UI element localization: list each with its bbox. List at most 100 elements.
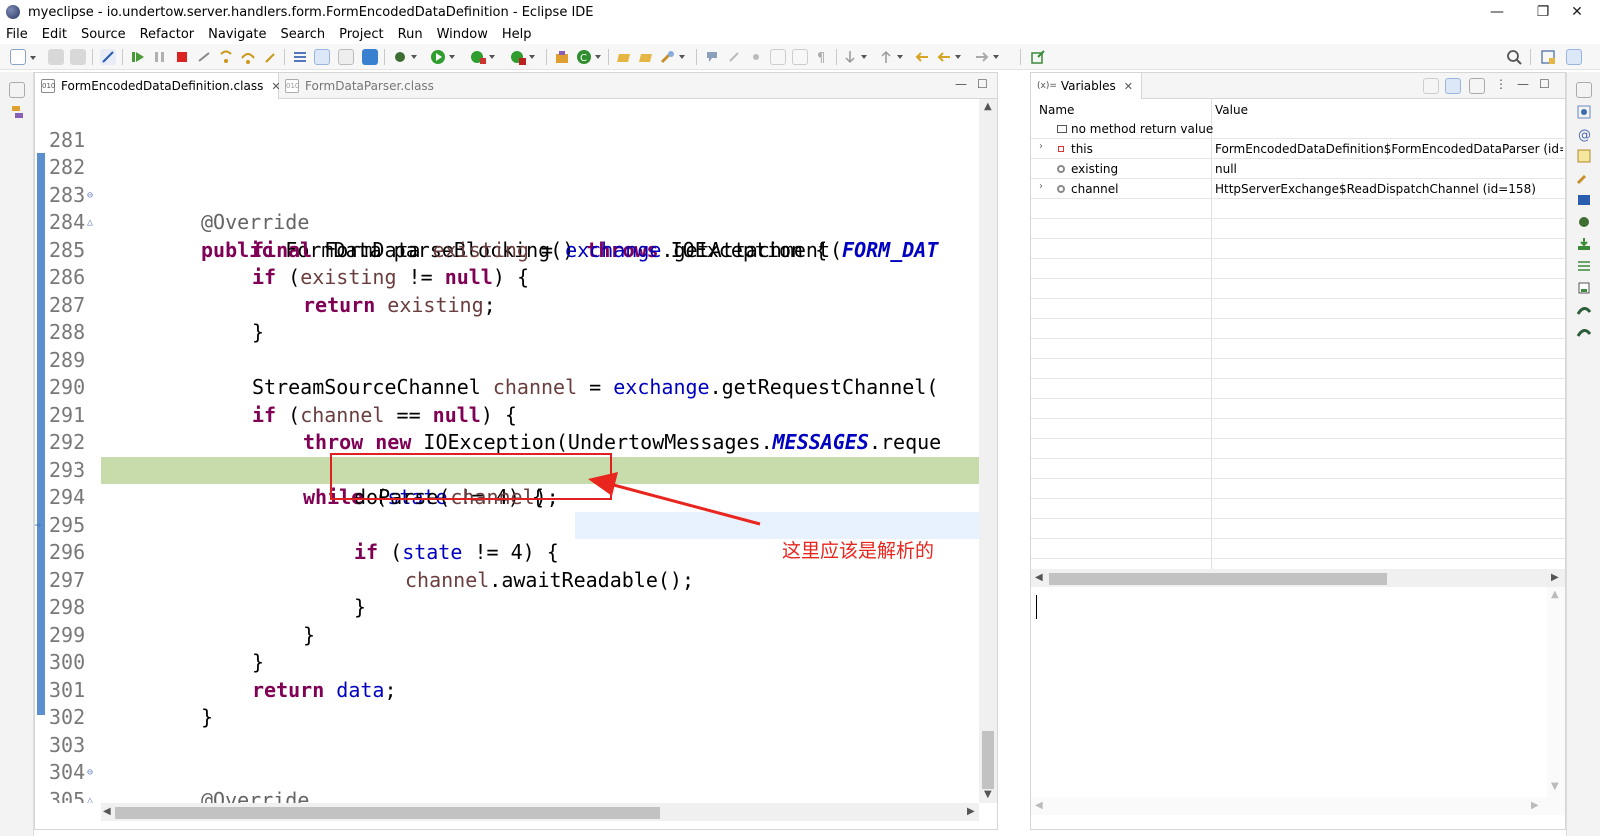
open-folder-icon[interactable] xyxy=(638,49,654,65)
scroll-left-icon[interactable]: ◀ xyxy=(103,806,111,817)
last-edit-location-icon[interactable] xyxy=(914,49,930,65)
save-icon[interactable] xyxy=(48,49,64,65)
console-icon[interactable] xyxy=(1576,192,1592,208)
open-type-icon[interactable] xyxy=(362,49,378,65)
suspend-icon[interactable] xyxy=(152,49,168,65)
pin-editor-icon[interactable] xyxy=(1030,49,1046,65)
scroll-left-icon[interactable]: ◀ xyxy=(1035,800,1043,811)
toggle-mark-occurrences-icon[interactable] xyxy=(704,49,720,65)
debug-icon[interactable] xyxy=(392,49,417,65)
detail-pane[interactable] xyxy=(1031,587,1565,815)
show-type-names-icon[interactable] xyxy=(1423,78,1439,94)
tab-formdataparser[interactable]: 010 FormDataParser.class xyxy=(279,73,459,99)
menu-search[interactable]: Search xyxy=(280,27,325,42)
resume-icon[interactable] xyxy=(130,49,146,65)
download-icon[interactable] xyxy=(1576,236,1592,252)
new-icon[interactable] xyxy=(10,49,36,65)
tab-formencodeddatadefinition[interactable]: 010 FormEncodedDataDefinition.class ✕ xyxy=(35,73,281,99)
package-explorer-icon[interactable] xyxy=(9,104,25,120)
open-perspective-icon[interactable] xyxy=(1540,49,1556,65)
servers-icon[interactable] xyxy=(1576,280,1592,296)
save-all-icon[interactable] xyxy=(70,49,86,65)
table-row[interactable]: no method return value xyxy=(1031,119,1565,139)
scroll-right-icon[interactable]: ▶ xyxy=(1551,572,1559,583)
menu-help[interactable]: Help xyxy=(502,27,532,42)
close-tab-icon[interactable]: ✕ xyxy=(1124,80,1133,93)
drop-to-frame-icon[interactable] xyxy=(292,49,308,65)
menu-file[interactable]: File xyxy=(6,27,28,42)
editor-horizontal-scrollbar[interactable]: ◀ ▶ xyxy=(101,803,979,821)
menu-edit[interactable]: Edit xyxy=(42,27,67,42)
toggle-breadcrumb-icon[interactable] xyxy=(792,49,808,65)
terminate-icon[interactable] xyxy=(174,49,190,65)
disconnect-icon[interactable] xyxy=(196,49,212,65)
scroll-up-icon[interactable]: ▲ xyxy=(1551,589,1559,600)
debug-view-icon[interactable] xyxy=(1576,170,1592,186)
table-row[interactable]: › channel HttpServerExchange$ReadDispatc… xyxy=(1031,179,1565,199)
menu-refactor[interactable]: Refactor xyxy=(140,27,195,42)
step-into-icon[interactable] xyxy=(218,49,234,65)
restore-icon[interactable] xyxy=(1576,82,1592,98)
bug-icon[interactable] xyxy=(1576,214,1592,230)
menu-navigate[interactable]: Navigate xyxy=(208,27,266,42)
display-icon[interactable] xyxy=(338,49,354,65)
collapse-all-icon[interactable] xyxy=(1469,78,1485,94)
external-tools-icon[interactable] xyxy=(510,49,535,65)
maximize-editor-icon[interactable]: ☐ xyxy=(977,77,988,91)
use-step-filters-icon[interactable] xyxy=(314,49,330,65)
expand-icon[interactable]: › xyxy=(1039,181,1043,192)
variables-horizontal-scrollbar[interactable]: ◀ ▶ xyxy=(1031,569,1565,587)
coverage-icon[interactable] xyxy=(470,49,495,65)
scroll-left-icon[interactable]: ◀ xyxy=(1035,572,1043,583)
skip-breakpoints-icon[interactable] xyxy=(100,49,116,65)
restore-icon[interactable] xyxy=(9,82,25,98)
column-value-header[interactable]: Value xyxy=(1215,103,1248,117)
show-whitespace-icon[interactable] xyxy=(748,49,764,65)
table-row[interactable]: existing null xyxy=(1031,159,1565,179)
search-icon[interactable] xyxy=(1506,49,1522,65)
code-area[interactable]: 281 282 ⊖ @Override 283 △ public FormDat… xyxy=(35,99,979,803)
tab-variables[interactable]: (x)= Variables ✕ xyxy=(1031,73,1142,99)
maximize-view-icon[interactable]: ☐ xyxy=(1539,77,1550,91)
column-name-header[interactable]: Name xyxy=(1039,103,1074,117)
expand-icon[interactable]: › xyxy=(1039,141,1043,152)
scroll-thumb[interactable] xyxy=(982,731,994,789)
scroll-up-icon[interactable]: ▲ xyxy=(984,101,992,112)
scroll-thumb[interactable] xyxy=(1049,573,1387,585)
display-view-icon[interactable] xyxy=(1576,148,1592,164)
tasks-icon[interactable] xyxy=(1576,302,1592,318)
previous-annotation-icon[interactable] xyxy=(878,49,903,65)
open-type-hierarchy-icon[interactable] xyxy=(616,49,632,65)
next-annotation-icon[interactable] xyxy=(842,49,867,65)
step-return-icon[interactable] xyxy=(262,49,278,65)
search-tool-icon[interactable] xyxy=(660,49,685,65)
menu-window[interactable]: Window xyxy=(437,27,488,42)
menu-project[interactable]: Project xyxy=(339,27,383,42)
problems-icon[interactable] xyxy=(1576,324,1592,340)
minimize-editor-icon[interactable]: — xyxy=(955,77,967,91)
forward-icon[interactable] xyxy=(974,49,999,65)
detail-horizontal-scrollbar[interactable]: ◀ ▶ xyxy=(1031,797,1565,815)
word-wrap-icon[interactable] xyxy=(770,49,786,65)
run-icon[interactable] xyxy=(430,49,455,65)
expressions-icon[interactable]: @ xyxy=(1576,126,1592,143)
back-icon[interactable] xyxy=(936,49,961,65)
view-menu-icon[interactable]: ⋮ xyxy=(1495,77,1507,91)
show-whitespace-chars-icon[interactable]: ¶ xyxy=(814,49,830,66)
scroll-right-icon[interactable]: ▶ xyxy=(967,806,975,817)
menu-run[interactable]: Run xyxy=(398,27,423,42)
breakpoints-icon[interactable] xyxy=(1576,104,1592,120)
table-row[interactable]: › this FormEncodedDataDefinition$FormEnc… xyxy=(1031,139,1565,159)
detail-vertical-scrollbar[interactable]: ▲ ▼ xyxy=(1547,587,1565,797)
debug-perspective-icon[interactable] xyxy=(1566,49,1582,65)
minimize-button[interactable]: — xyxy=(1474,0,1520,24)
progress-icon[interactable] xyxy=(1576,258,1592,274)
scroll-right-icon[interactable]: ▶ xyxy=(1531,800,1539,811)
toggle-block-selection-icon[interactable] xyxy=(726,49,742,65)
scroll-down-icon[interactable]: ▼ xyxy=(984,789,992,800)
scroll-thumb[interactable] xyxy=(115,807,660,819)
editor-vertical-scrollbar[interactable]: ▲ ▼ xyxy=(979,99,997,803)
minimize-view-icon[interactable]: — xyxy=(1517,77,1529,91)
menu-source[interactable]: Source xyxy=(81,27,126,42)
show-logical-structure-icon[interactable] xyxy=(1445,78,1461,94)
